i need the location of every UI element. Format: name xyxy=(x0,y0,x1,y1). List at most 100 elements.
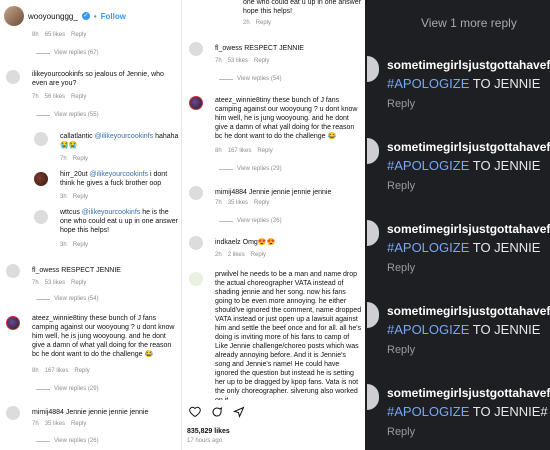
comment-meta: 7h 35 likes Reply xyxy=(32,421,92,427)
avatar[interactable] xyxy=(34,132,48,146)
avatar[interactable] xyxy=(367,302,379,328)
follow-button[interactable]: Follow xyxy=(101,12,126,21)
comment-meta: 7h 56 likes Reply xyxy=(32,94,92,100)
share-icon[interactable] xyxy=(233,406,245,418)
avatar[interactable] xyxy=(367,220,379,246)
avatar[interactable] xyxy=(34,172,48,186)
avatar[interactable] xyxy=(189,186,203,200)
mention-link[interactable]: @ilikeyourcookinfs xyxy=(82,209,140,216)
comment-meta: 7h 35 likes Reply xyxy=(215,200,275,206)
comment-username[interactable]: fl_owess xyxy=(215,45,242,52)
reply-button[interactable]: Reply xyxy=(256,20,271,26)
header-username[interactable]: wooyounggg_ xyxy=(28,12,78,21)
view-replies-button[interactable]: View replies (29) xyxy=(219,166,282,172)
avatar[interactable] xyxy=(6,406,20,420)
comment-username[interactable]: ateez_winnie8tiny xyxy=(32,315,88,322)
comment-text: Jennie jennie jennie jennie xyxy=(65,409,149,416)
avatar[interactable] xyxy=(189,42,203,56)
comment-username[interactable]: sometimegirlsjustgottahavefu xyxy=(387,58,550,72)
comment-username[interactable]: callatlantic xyxy=(60,133,93,140)
reply-button[interactable]: Reply xyxy=(73,242,88,248)
avatar[interactable] xyxy=(6,316,20,330)
avatar[interactable] xyxy=(367,384,379,410)
view-replies-button[interactable]: View replies (29) xyxy=(36,386,99,392)
reply-button[interactable]: Reply xyxy=(254,58,269,64)
comment-likes[interactable]: 167 likes xyxy=(228,148,252,154)
comment-likes[interactable]: 53 likes xyxy=(228,58,248,64)
comment-username[interactable]: ilikeyourcookinfs xyxy=(32,71,83,78)
comment-username[interactable]: sometimegirlsjustgottahavefu xyxy=(387,222,550,236)
avatar[interactable] xyxy=(6,264,20,278)
avatar[interactable] xyxy=(189,236,203,250)
view-replies-button[interactable]: View replies (26) xyxy=(219,218,282,224)
comment-username[interactable]: sometimegirlsjustgottahavefu xyxy=(387,386,550,400)
reply-button[interactable]: Reply xyxy=(71,421,86,427)
reply-button[interactable]: Reply xyxy=(71,32,86,38)
view-replies-button[interactable]: View replies (54) xyxy=(219,76,282,82)
comment-username[interactable]: fl_owess xyxy=(32,267,59,274)
reply-button[interactable]: Reply xyxy=(387,98,415,110)
hashtag-link[interactable]: #APOLOGIZE xyxy=(387,322,469,337)
comment-username[interactable]: mimij4884 xyxy=(32,409,64,416)
avatar[interactable] xyxy=(34,210,48,224)
hashtag-link[interactable]: #APOLOGIZE xyxy=(387,76,469,91)
reply-button[interactable]: Reply xyxy=(257,148,272,154)
comment-likes[interactable]: 56 likes xyxy=(45,94,65,100)
reply-button[interactable]: Reply xyxy=(73,194,88,200)
view-replies-button[interactable]: View replies (55) xyxy=(36,112,99,118)
reply-button[interactable]: Reply xyxy=(71,94,86,100)
reply-button[interactable]: Reply xyxy=(387,426,415,438)
reply-button[interactable]: Reply xyxy=(387,262,415,274)
avatar[interactable] xyxy=(189,96,203,110)
heart-icon[interactable] xyxy=(189,406,201,418)
comment-time: 7h xyxy=(32,421,39,427)
comment: fl_owess RESPECT JENNIE xyxy=(215,44,361,53)
view-replies-button[interactable]: View replies (67) xyxy=(36,50,99,56)
comment-text: #APOLOGIZE TO JENNIE# xyxy=(387,404,548,419)
middle-screenshot-panel: one who could eat u up in one answer hop… xyxy=(183,0,365,450)
comment-text: RESPECT JENNIE xyxy=(61,267,121,274)
comment-username[interactable]: prwilvel xyxy=(215,271,238,278)
comment-username[interactable]: ateez_winnie8tiny xyxy=(215,97,271,104)
comment-username[interactable]: hirr_20ut xyxy=(60,171,88,178)
comment-username[interactable]: wttcus xyxy=(60,209,80,216)
comment-likes[interactable]: 35 likes xyxy=(45,421,65,427)
comment-username[interactable]: mimij4884 xyxy=(215,189,247,196)
post-likes-count[interactable]: 835,829 likes xyxy=(187,428,230,435)
comment-icon[interactable] xyxy=(211,406,223,418)
comment: ateez_winnie8tiny these bunch of J fans … xyxy=(215,96,361,141)
avatar[interactable] xyxy=(189,272,203,286)
hashtag-link[interactable]: #APOLOGIZE xyxy=(387,240,469,255)
comment-username[interactable]: sometimegirlsjustgottahavefu xyxy=(387,140,550,154)
view-more-replies-button[interactable]: View 1 more reply xyxy=(421,16,517,30)
reply-button[interactable]: Reply xyxy=(71,280,86,286)
comment-username[interactable]: sometimegirlsjustgottahavefu xyxy=(387,304,550,318)
mention-link[interactable]: @ilikeyourcookinfs xyxy=(95,133,153,140)
comment-likes[interactable]: 167 likes xyxy=(45,368,69,374)
reply-button[interactable]: Reply xyxy=(254,200,269,206)
comment-likes[interactable]: 53 likes xyxy=(45,280,65,286)
view-replies-button[interactable]: View replies (26) xyxy=(36,438,99,444)
comment-likes[interactable]: 2 likes xyxy=(228,252,245,258)
avatar[interactable] xyxy=(6,70,20,84)
verified-icon: ✓ xyxy=(81,12,90,20)
comment-text: #APOLOGIZE TO JENNIE xyxy=(387,158,540,173)
avatar[interactable] xyxy=(367,138,379,164)
reply-button[interactable]: Reply xyxy=(74,368,89,374)
reply-button[interactable]: Reply xyxy=(387,344,415,356)
hashtag-link[interactable]: #APOLOGIZE xyxy=(387,158,469,173)
reply-button[interactable]: Reply xyxy=(251,252,266,258)
comment-time: 8h xyxy=(32,368,39,374)
avatar[interactable] xyxy=(4,6,24,26)
reply-button[interactable]: Reply xyxy=(73,156,88,162)
comment-likes[interactable]: 35 likes xyxy=(228,200,248,206)
reply-button[interactable]: Reply xyxy=(387,180,415,192)
comment-meta: 8h 65 likes Reply xyxy=(32,32,92,38)
comment-username[interactable]: indkaelz xyxy=(215,239,241,246)
hashtag-link[interactable]: #APOLOGIZE xyxy=(387,404,469,419)
view-replies-button[interactable]: View replies (54) xyxy=(36,296,99,302)
avatar[interactable] xyxy=(367,56,379,82)
comment-time: 8h xyxy=(32,32,39,38)
comment-likes[interactable]: 65 likes xyxy=(45,32,65,38)
mention-link[interactable]: @ilikeyourcookinfs xyxy=(90,171,148,178)
